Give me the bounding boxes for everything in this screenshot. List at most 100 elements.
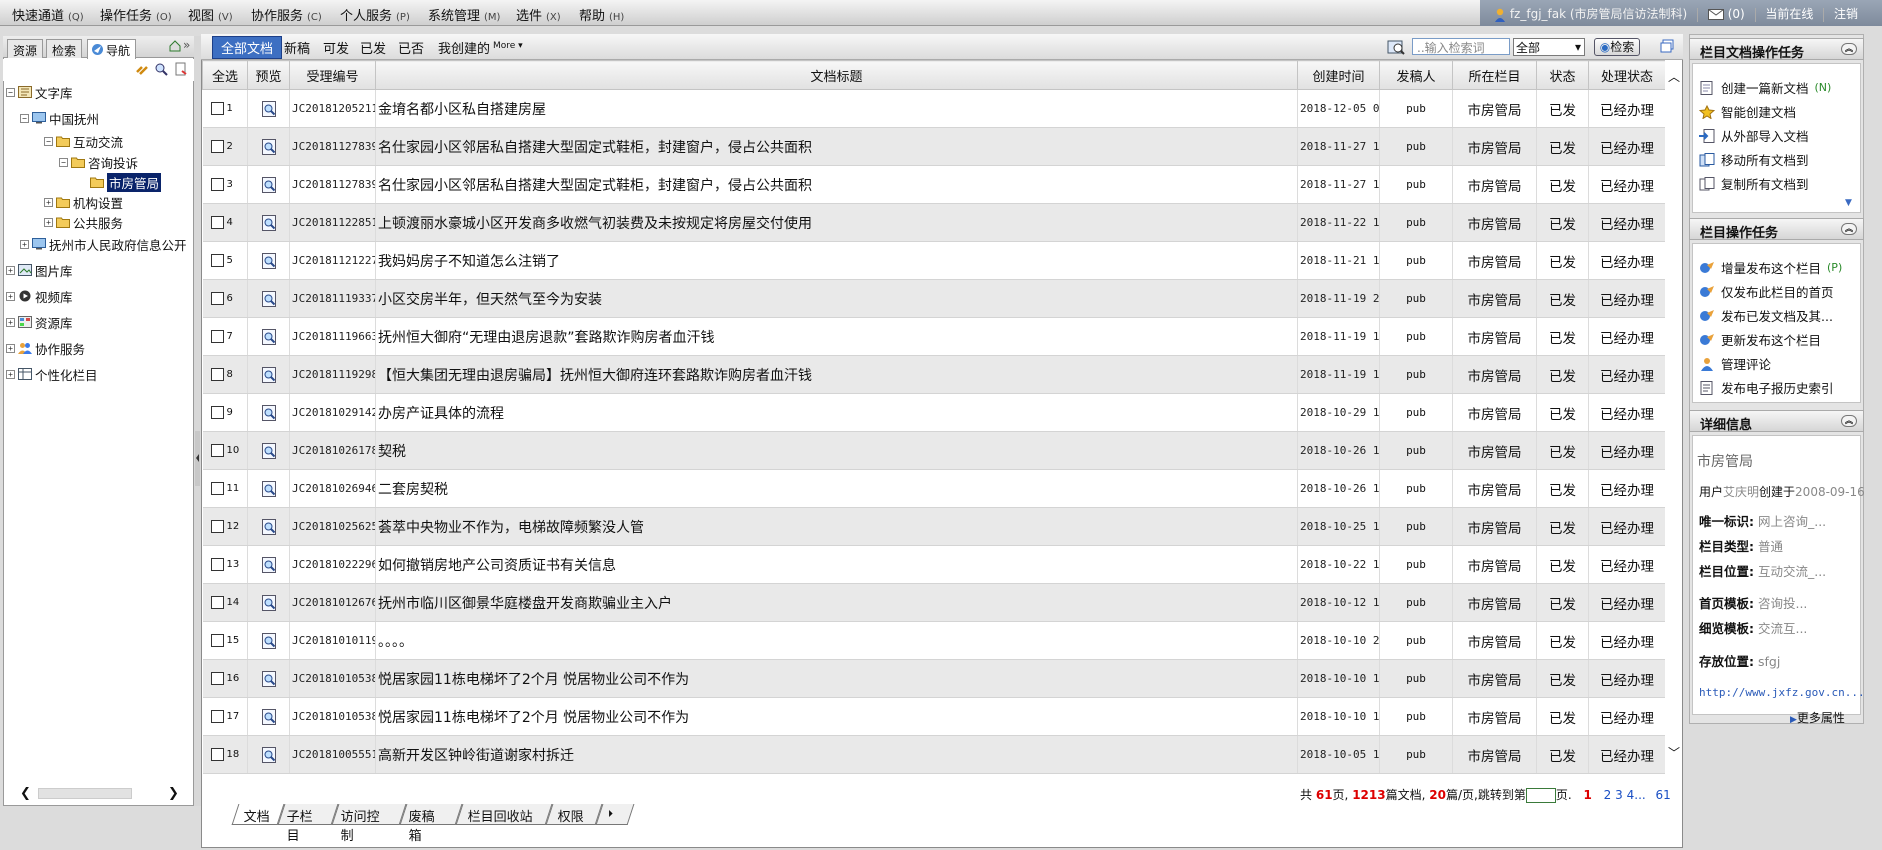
document-title-link[interactable]: 如何撤销房地产公司资质证书有关信息 — [375, 545, 1298, 584]
search-icon[interactable] — [154, 62, 168, 76]
row-checkbox[interactable] — [210, 558, 224, 571]
preview-icon[interactable] — [261, 100, 277, 117]
collapse-icon[interactable]: ︽ — [1841, 415, 1857, 427]
document-title-link[interactable]: 小区交房半年，但天然气至今为安装 — [375, 279, 1298, 318]
publish-published-documents[interactable]: 发布已发文档及其... — [1699, 306, 1833, 325]
preview-icon[interactable] — [261, 746, 277, 763]
tree-node-video-library[interactable]: + 视频库 — [6, 287, 73, 305]
preview-icon[interactable] — [261, 214, 277, 231]
splitter-handle-icon[interactable] — [195, 431, 200, 486]
preview-icon[interactable] — [261, 366, 277, 383]
preview-cell[interactable] — [247, 659, 290, 698]
expand-toggle-icon[interactable]: + — [44, 197, 53, 207]
tree-node-text-library[interactable]: − 文字库 — [6, 83, 73, 101]
document-title-link[interactable]: 名仕家园小区邻居私自搭建大型固定式鞋柜，封建窗户，侵占公共面积 — [375, 165, 1298, 204]
tab-documents[interactable]: 文档 — [231, 804, 285, 825]
tab-access-control[interactable]: 访问控制 — [331, 804, 407, 844]
scrollbar-thumb[interactable] — [38, 788, 132, 799]
table-row[interactable]: 6 JC201811193372 小区交房半年，但天然气至今为安装 2018-11-1… — [202, 279, 1666, 318]
tab-navigation[interactable]: 导航 — [87, 39, 137, 59]
document-title-link[interactable]: 办房产证具体的流程 — [375, 393, 1298, 432]
tree-node-shi-fangguanju[interactable]: 市房管局 — [90, 172, 162, 192]
created-time-header[interactable]: 创建时间 — [1297, 60, 1380, 90]
tab-subcolumns[interactable]: 子栏目 — [277, 804, 339, 844]
row-checkbox[interactable] — [210, 292, 224, 305]
copy-all-documents[interactable]: 复制所有文档到 — [1699, 174, 1809, 193]
preview-cell[interactable] — [247, 355, 290, 394]
case-number-header[interactable]: 受理编号 — [289, 60, 376, 90]
table-row[interactable]: 15 JC201810101196。。。。 2018-10-10 21 pub 市房管局… — [202, 621, 1666, 660]
row-checkbox[interactable] — [210, 482, 224, 495]
row-select-cell[interactable]: 3 — [202, 165, 248, 204]
new-window-icon[interactable] — [1660, 39, 1674, 53]
document-title-header[interactable]: 文档标题 — [375, 60, 1298, 90]
preview-cell[interactable] — [247, 431, 290, 470]
preview-icon[interactable] — [261, 442, 277, 459]
tab-permissions[interactable]: 权限 — [545, 804, 603, 825]
preview-cell[interactable] — [247, 279, 290, 318]
row-select-cell[interactable]: 11 — [202, 469, 248, 508]
tree-node-zhongguo-fuzhou[interactable]: − 中国抚州 — [20, 109, 99, 127]
table-row[interactable]: 18 JC201810055519 高新开发区钟岭街道谢家村拆迁 2018-10-05… — [202, 735, 1666, 774]
preview-cell[interactable] — [247, 469, 290, 508]
expand-toggle-icon[interactable]: + — [6, 265, 15, 275]
row-select-cell[interactable]: 18 — [202, 735, 248, 774]
row-checkbox[interactable] — [210, 140, 224, 153]
filter-all-documents[interactable]: 全部文档 — [212, 36, 283, 59]
table-row[interactable]: 14 JC201810126763 抚州市临川区御景华庭楼盘开发商欺骗业主入户 201… — [202, 583, 1666, 622]
panel-splitter[interactable] — [194, 36, 201, 806]
preview-cell[interactable] — [247, 697, 290, 736]
tree-node-zixun-tousu[interactable]: − 咨询投诉 — [59, 153, 138, 171]
preview-cell[interactable] — [247, 393, 290, 432]
preview-cell[interactable] — [247, 241, 290, 280]
document-title-link[interactable]: 抚州恒大御府“无理由退房退款”套路欺诈购房者血汗钱 — [375, 317, 1298, 356]
row-select-cell[interactable]: 6 — [202, 279, 248, 318]
expand-toggle-icon[interactable]: + — [20, 239, 29, 249]
document-title-link[interactable]: 金堉名都小区私自搭建房屋 — [375, 89, 1298, 128]
current-user[interactable]: fz_fgj_fak (市房管局信访法制科) — [1510, 7, 1687, 21]
row-select-cell[interactable]: 16 — [202, 659, 248, 698]
tree-node-image-library[interactable]: + 图片库 — [6, 261, 73, 279]
search-button[interactable]: ◉检索 — [1594, 38, 1640, 56]
table-row[interactable]: 13 JC201810222962 如何撤销房地产公司资质证书有关信息 2018-10… — [202, 545, 1666, 584]
row-checkbox[interactable] — [210, 634, 224, 647]
preview-cell[interactable] — [247, 507, 290, 546]
table-row[interactable]: 7 JC201811196634 抚州恒大御府“无理由退房退款”套路欺诈购房者血汗钱… — [202, 317, 1666, 356]
preview-cell[interactable] — [247, 89, 290, 128]
preview-cell[interactable] — [247, 317, 290, 356]
manage-comments[interactable]: 管理评论 — [1699, 354, 1771, 373]
preview-cell[interactable] — [247, 165, 290, 204]
table-row[interactable]: 8 JC201811192988 【恒大集团无理由退房骗局】抚州恒大御府连环套路欺诈… — [202, 355, 1666, 394]
row-select-cell[interactable]: 1 — [202, 89, 248, 128]
preview-icon[interactable] — [261, 708, 277, 725]
page-link[interactable]: 3 — [1615, 788, 1623, 802]
scroll-up-icon[interactable]: ︿ — [1668, 68, 1680, 85]
collapse-panel-icon[interactable]: » — [183, 38, 190, 52]
column-header[interactable]: 所在栏目 — [1452, 60, 1537, 90]
filter-new-drafts[interactable]: 新稿 — [284, 38, 310, 57]
document-title-link[interactable]: 。。。。 — [375, 621, 1298, 660]
filter-more-dropdown[interactable]: More ▾ — [493, 41, 523, 51]
page-jump-input[interactable] — [1525, 788, 1556, 803]
tree-node-jigou-shezhi[interactable]: + 机构设置 — [44, 193, 123, 211]
row-checkbox[interactable] — [210, 330, 224, 343]
table-row[interactable]: 17 JC201810105381 悦居家园11栋电梯坏了2个月 悦居物业公司不作为… — [202, 697, 1666, 736]
menu-collaboration[interactable]: 协作服务 (C) — [251, 5, 322, 24]
row-checkbox[interactable] — [210, 406, 224, 419]
table-row[interactable]: 5 JC201811212273 我妈妈房子不知道怎么注销了 2018-11-21 1… — [202, 241, 1666, 280]
collapse-toggle-icon[interactable]: − — [59, 157, 68, 167]
preview-icon[interactable] — [261, 138, 277, 155]
menu-personal-services[interactable]: 个人服务 (P) — [340, 5, 410, 24]
refresh-icon[interactable] — [174, 62, 188, 76]
document-title-link[interactable]: 抚州市临川区御景华庭楼盘开发商欺骗业主入户 — [375, 583, 1298, 622]
create-new-document[interactable]: 创建一篇新文档 (N) — [1699, 78, 1831, 97]
preview-icon[interactable] — [261, 670, 277, 687]
row-checkbox[interactable] — [210, 748, 224, 761]
menu-quick-access[interactable]: 快速通道 (Q) — [12, 5, 84, 24]
row-select-cell[interactable]: 12 — [202, 507, 248, 546]
link-icon[interactable] — [135, 62, 149, 76]
row-checkbox[interactable] — [210, 710, 224, 723]
tab-search[interactable]: 检索 — [46, 39, 83, 58]
row-select-cell[interactable]: 4 — [202, 203, 248, 242]
row-checkbox[interactable] — [210, 254, 224, 267]
